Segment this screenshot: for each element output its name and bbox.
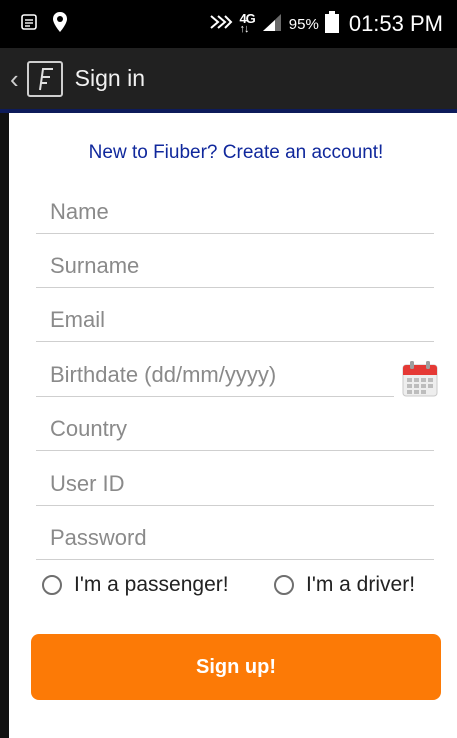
action-bar: ‹ Sign in bbox=[0, 48, 457, 109]
birthdate-input[interactable] bbox=[36, 360, 394, 396]
surname-input[interactable] bbox=[36, 251, 434, 287]
battery-icon bbox=[324, 10, 339, 38]
user-id-input[interactable] bbox=[36, 469, 434, 505]
country-input[interactable] bbox=[36, 414, 434, 450]
clock-time: 01:53 PM bbox=[348, 11, 443, 36]
country-field[interactable] bbox=[36, 414, 434, 451]
email-input[interactable] bbox=[36, 305, 434, 341]
radio-passenger-label: I'm a passenger! bbox=[74, 573, 229, 596]
password-input[interactable] bbox=[36, 523, 434, 559]
radio-passenger-circle[interactable] bbox=[42, 575, 62, 595]
nfc-icon bbox=[209, 13, 233, 36]
page-title: Sign in bbox=[74, 65, 145, 91]
password-field[interactable] bbox=[36, 523, 434, 560]
radio-passenger[interactable]: I'm a passenger! bbox=[42, 573, 229, 597]
user-id-field[interactable] bbox=[36, 469, 434, 506]
name-field[interactable] bbox=[36, 197, 434, 234]
radio-driver-label: I'm a driver! bbox=[306, 573, 416, 596]
left-edge-border bbox=[0, 113, 9, 738]
radio-driver[interactable]: I'm a driver! bbox=[274, 573, 415, 597]
birthdate-field[interactable] bbox=[36, 360, 394, 397]
action-bar-divider bbox=[0, 109, 457, 113]
battery-percent: 95% bbox=[288, 15, 319, 33]
calendar-icon[interactable] bbox=[401, 360, 439, 398]
name-input[interactable] bbox=[36, 197, 434, 233]
sign-up-button[interactable]: Sign up! bbox=[31, 634, 441, 700]
location-pin-icon bbox=[52, 11, 68, 38]
surname-field[interactable] bbox=[36, 251, 434, 288]
chevron-left-icon[interactable]: ‹ bbox=[10, 66, 19, 92]
email-field[interactable] bbox=[36, 305, 434, 342]
create-account-link[interactable]: New to Fiuber? Create an account! bbox=[36, 142, 436, 164]
sign-up-screen: 4G ↑↓ 95% 01:53 PM ‹ Sign in New to Fiub… bbox=[0, 0, 457, 738]
status-bar: 4G ↑↓ 95% 01:53 PM bbox=[0, 0, 457, 48]
network-type: 4G ↑↓ bbox=[239, 12, 255, 35]
signal-strength-icon bbox=[261, 12, 283, 37]
fiuber-logo-icon[interactable] bbox=[26, 60, 63, 97]
notification-icon bbox=[20, 13, 38, 36]
radio-driver-circle[interactable] bbox=[274, 575, 294, 595]
